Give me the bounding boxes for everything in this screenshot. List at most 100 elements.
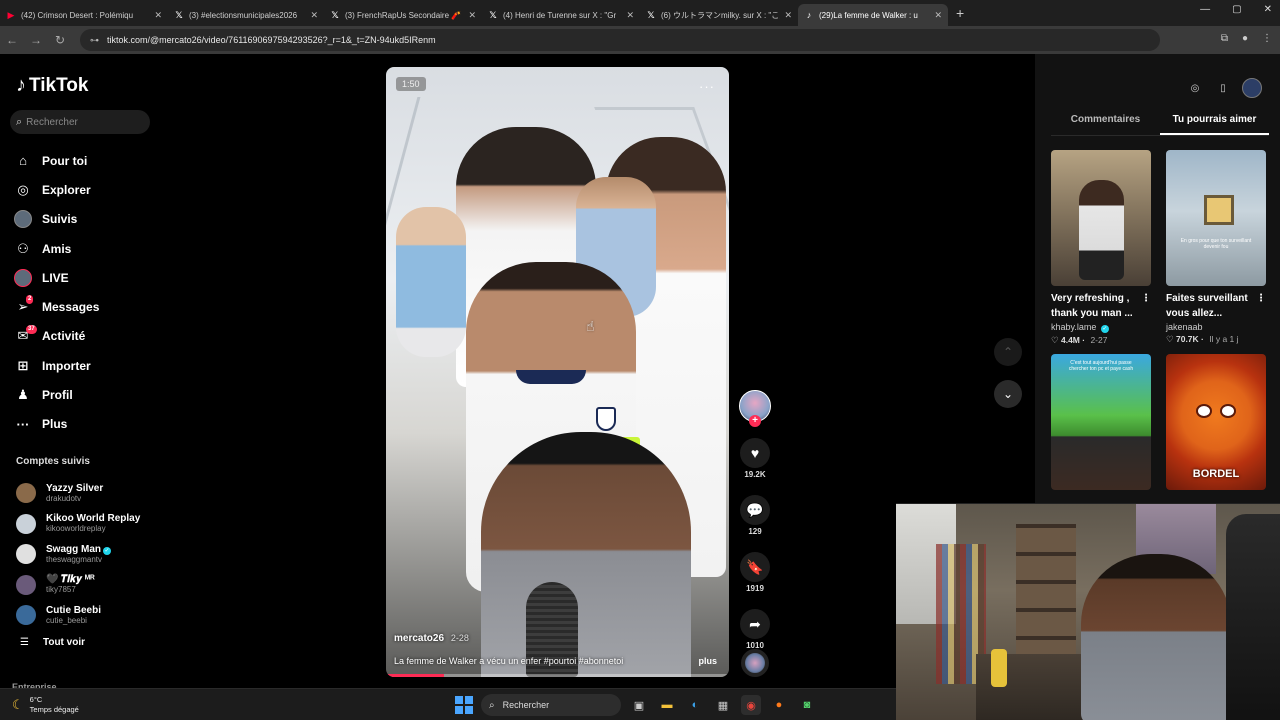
menu-icon[interactable]: ⋮ <box>1262 33 1272 44</box>
sidebar-item-plus[interactable]: ··· Plus <box>14 410 99 439</box>
card-likes: 4.4M <box>1060 335 1080 345</box>
store-icon[interactable]: ▦ <box>713 695 733 715</box>
windows-start-icon[interactable] <box>455 696 473 714</box>
site-info-icon[interactable]: ⊶ <box>90 35 99 46</box>
minimize-icon[interactable]: — <box>1200 4 1210 15</box>
browser-tab[interactable]: 𝕏 (6) ウルトラマンmilky. sur X : "こん ✕ <box>640 4 798 26</box>
close-icon[interactable]: ✕ <box>468 10 476 21</box>
device-icon[interactable]: ▯ <box>1214 79 1232 97</box>
edge-icon[interactable]: ◐ <box>685 695 705 715</box>
chrome-icon[interactable]: ◉ <box>741 695 761 715</box>
tab-you-may-like[interactable]: Tu pourrais aimer <box>1160 114 1269 135</box>
new-tab-icon[interactable]: + <box>956 5 964 21</box>
browser-tab[interactable]: ▶ (42) Crimson Desert : Polémiqu ✕ <box>0 4 168 26</box>
sidebar-item-pourtoi[interactable]: ⌂ Pour toi <box>14 146 99 175</box>
sidebar-item-importer[interactable]: ⊞ Importer <box>14 351 99 380</box>
card-date: 2-27 <box>1090 335 1108 345</box>
bottle <box>991 649 1007 687</box>
followed-account[interactable]: Cutie Beebi cutie_beebi <box>16 600 140 631</box>
caption-more-link[interactable]: plus <box>698 656 717 666</box>
suggested-video-card[interactable]: C'est tout aujourd'hui passe chercher to… <box>1051 354 1151 490</box>
card-user[interactable]: jakenaab <box>1166 322 1266 332</box>
sidebar-item-profil[interactable]: ♟ Profil <box>14 380 99 409</box>
creator-avatar[interactable]: + <box>739 390 771 427</box>
browser-tab[interactable]: ♪ (29)La femme de Walker : u ✕ <box>798 4 948 26</box>
comment-icon[interactable]: 💬 <box>740 495 770 525</box>
sidebar-item-label: Pour toi <box>42 153 88 168</box>
see-all-label: Tout voir <box>42 637 85 648</box>
forward-icon[interactable]: → <box>24 33 48 47</box>
video-thumbnail[interactable]: En gros pour que ton surveillant devenir… <box>1166 150 1266 286</box>
taskbar-search[interactable]: ⌕ Rechercher <box>481 694 621 716</box>
share-button[interactable]: ➦ 1010 <box>738 609 772 650</box>
next-video-button[interactable]: ⌄ <box>994 380 1022 408</box>
tiktok-logo[interactable]: ♪ TikTok <box>16 74 88 97</box>
child-figure <box>396 207 466 357</box>
video-options-icon[interactable]: ··· <box>699 79 715 94</box>
eye-shape <box>1196 404 1212 418</box>
video-thumbnail[interactable]: BORDEL <box>1166 354 1266 490</box>
sidebar-item-activit[interactable]: ✉ Activité 37 <box>14 322 99 351</box>
coins-icon[interactable]: ◎ <box>1186 79 1204 97</box>
tab-comments[interactable]: Commentaires <box>1051 114 1160 135</box>
followed-account[interactable]: 🖤 𝑻𝒊𝒌𝒚 ᴹᴿ tiky7857 <box>16 570 140 601</box>
extensions-icon[interactable]: ⧉ <box>1221 33 1228 44</box>
comment-button[interactable]: 💬 129 <box>738 495 772 536</box>
share-icon[interactable]: ➦ <box>740 609 770 639</box>
task-view-icon[interactable]: ▣ <box>629 695 649 715</box>
sidebar-item-explorer[interactable]: ◎ Explorer <box>14 175 99 204</box>
video-author[interactable]: mercato26 2-28 <box>394 633 469 644</box>
app-icon[interactable]: ◙ <box>797 695 817 715</box>
video-player[interactable]: 1:50 ··· mercato26 2-28 La femme de Walk… <box>386 67 729 677</box>
reload-icon[interactable]: ↻ <box>48 33 72 47</box>
video-progress-bar[interactable] <box>386 674 729 677</box>
previous-video-button[interactable]: ⌃ <box>994 338 1022 366</box>
browser-tab[interactable]: 𝕏 (3) #electionsmunicipales2026 ✕ <box>168 4 324 26</box>
save-button[interactable]: 🔖 1919 <box>738 552 772 593</box>
suggested-video-card[interactable]: En gros pour que ton surveillant devenir… <box>1166 150 1266 346</box>
browser-tab[interactable]: 𝕏 (4) Henri de Turenne sur X : "Gr ✕ <box>482 4 640 26</box>
close-icon[interactable]: ✕ <box>784 10 792 21</box>
follow-plus-icon[interactable]: + <box>749 415 761 427</box>
sidebar-item-suivis[interactable]: Suivis <box>14 205 99 234</box>
profile-icon[interactable]: ● <box>1242 33 1248 44</box>
video-thumbnail[interactable] <box>1051 150 1151 286</box>
maximize-icon[interactable]: ▢ <box>1232 4 1241 15</box>
music-disc-icon[interactable] <box>741 649 769 677</box>
sidebar-item-amis[interactable]: ⚇ Amis <box>14 234 99 263</box>
heart-icon[interactable]: ♥ <box>740 438 770 468</box>
url-field[interactable]: ⊶ tiktok.com/@mercato26/video/7611690697… <box>80 29 1160 51</box>
video-thumbnail[interactable]: C'est tout aujourd'hui passe chercher to… <box>1051 354 1151 490</box>
user-avatar[interactable] <box>1242 78 1262 98</box>
bookmark-icon[interactable]: 🔖 <box>740 552 770 582</box>
sidebar-item-messages[interactable]: ➢ Messages 2 <box>14 292 99 321</box>
followed-account[interactable]: Kikoo World Replay kikooworldreplay <box>16 509 140 540</box>
close-icon[interactable]: ✕ <box>626 10 634 21</box>
suggested-video-card[interactable]: Very refreshing , thank you man ... ⋮ kha… <box>1051 150 1151 346</box>
see-all-link[interactable]: ☰ Tout voir <box>20 637 85 648</box>
sidebar-item-live[interactable]: LIVE <box>14 263 99 292</box>
suggested-video-card[interactable]: BORDEL <box>1166 354 1266 490</box>
weather-widget[interactable]: ☾ 6°C Temps dégagé <box>12 695 79 715</box>
like-button[interactable]: ♥ 19.2K <box>738 438 772 479</box>
shirt-collar <box>516 370 586 384</box>
windows-taskbar: ☾ 6°C Temps dégagé ⌕ Rechercher ▣ ▬ ◐ ▦ … <box>0 688 896 720</box>
following-avatar-icon <box>14 210 32 229</box>
back-icon[interactable]: ← <box>0 33 24 47</box>
followed-account[interactable]: Yazzy Silver drakudotv <box>16 478 140 509</box>
card-more-icon[interactable]: ⋮ <box>1141 291 1151 321</box>
close-icon[interactable]: ✕ <box>310 10 318 21</box>
card-more-icon[interactable]: ⋮ <box>1256 291 1266 321</box>
account-handle: cutie_beebi <box>46 615 87 625</box>
card-user[interactable]: khaby.lame ✓ <box>1051 322 1151 333</box>
close-window-icon[interactable]: ✕ <box>1264 4 1272 15</box>
video-caption: La femme de Walker a vécu un enfer #pour… <box>394 656 624 666</box>
close-icon[interactable]: ✕ <box>154 10 162 21</box>
browser-tab[interactable]: 𝕏 (3) FrenchRapUs Secondaire 🧨 ✕ <box>324 4 482 26</box>
firefox-icon[interactable]: ● <box>769 695 789 715</box>
search-input[interactable]: ⌕ Rechercher <box>10 110 150 134</box>
followed-account[interactable]: Swagg Man ✓ theswaggmantv <box>16 539 140 570</box>
file-explorer-icon[interactable]: ▬ <box>657 695 677 715</box>
close-icon[interactable]: ✕ <box>934 10 942 21</box>
avatar <box>16 605 36 626</box>
